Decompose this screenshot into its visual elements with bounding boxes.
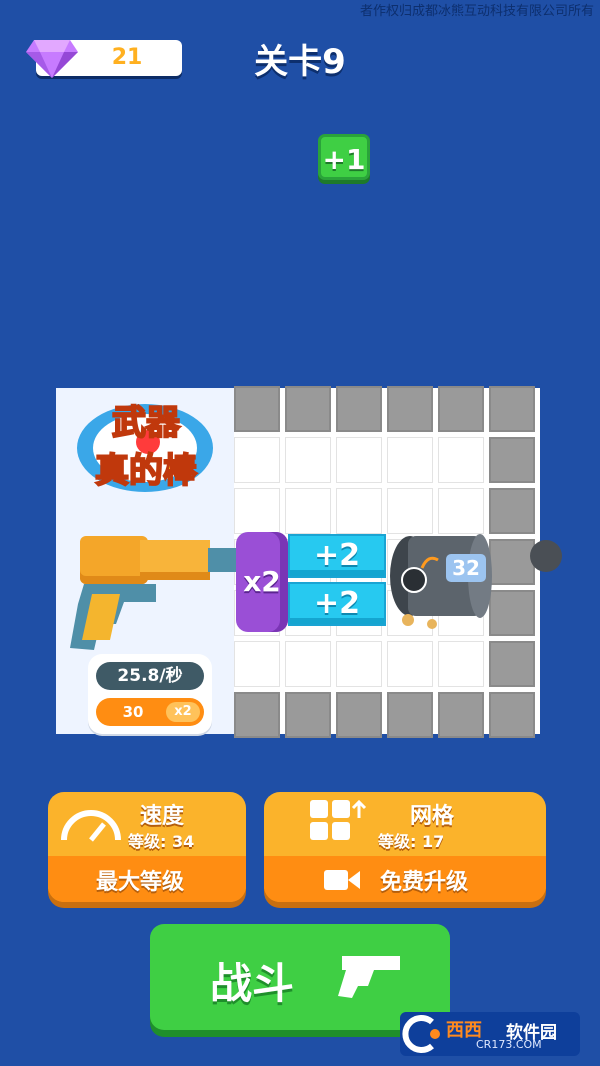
diamond-icon [26, 40, 78, 78]
empty-cell [387, 437, 433, 483]
plus-block[interactable]: +2 [288, 582, 386, 626]
gun-barrel-front [140, 540, 210, 580]
wall-cell [489, 437, 535, 483]
gun-barrel [80, 536, 148, 584]
wall-cell [489, 590, 535, 636]
pistol-icon [338, 956, 400, 998]
empty-cell [336, 641, 382, 687]
gun-handle-icon [70, 584, 156, 650]
reward-badge: +1 [318, 134, 370, 180]
speed-level: 等级: 34 [128, 832, 195, 851]
wall-cell [336, 692, 382, 738]
cannon-ball [530, 540, 562, 572]
empty-cell [285, 488, 331, 534]
wall-cell [285, 386, 331, 432]
speed-upgrade-status: 最大等级 [96, 870, 185, 895]
wall-cell [234, 692, 280, 738]
free-upgrade-label: 免费升级 [380, 870, 469, 895]
svg-text:武器: 武器 [112, 403, 181, 443]
speed-title: 速度 [140, 804, 185, 829]
wall-cell [285, 692, 331, 738]
grid-expand-icon [310, 800, 367, 840]
watermark-url: CR173.COM [476, 1038, 542, 1051]
grid-upgrade-footer[interactable]: 免费升级 [264, 856, 546, 902]
grid-level: 等级: 17 [378, 832, 445, 851]
wall-cell [387, 386, 433, 432]
svg-text:真的棒: 真的棒 [95, 451, 198, 491]
plus-block[interactable]: +2 [288, 534, 386, 578]
empty-cell [234, 488, 280, 534]
grid-title: 网格 [410, 804, 455, 829]
multiplier-drum[interactable]: x2 [236, 532, 288, 632]
empty-cell [438, 641, 484, 687]
video-camera-icon [324, 870, 360, 890]
wall-cell [489, 488, 535, 534]
empty-cell [285, 641, 331, 687]
watermark-logo-icon [402, 1015, 440, 1053]
wall-cell [387, 692, 433, 738]
copyright-text: 者作权归成都冰熊互动科技有限公司所有 [359, 4, 594, 19]
speed-upgrade-card[interactable]: 速度 等级: 34 最大等级 [48, 792, 246, 902]
game-logo: 武器 真的棒 [77, 402, 213, 492]
speed-upgrade-footer: 最大等级 [48, 856, 246, 902]
wall-cell [489, 386, 535, 432]
empty-cell [336, 488, 382, 534]
wall-cell [438, 692, 484, 738]
damage-multiplier: x2 [166, 702, 200, 722]
fire-rate: 25.8/秒 [96, 662, 204, 690]
empty-cell [336, 437, 382, 483]
wall-cell [438, 386, 484, 432]
level-title: 关卡9 [254, 42, 346, 82]
empty-cell [234, 641, 280, 687]
speedometer-icon [61, 810, 121, 842]
empty-cell [234, 437, 280, 483]
damage-value: 30 [122, 703, 144, 721]
grid-upgrade-card[interactable]: 网格 等级: 17 免费升级 [264, 792, 546, 902]
wall-cell [489, 539, 535, 585]
cannon-ammo-count: 32 [446, 554, 486, 582]
wall-cell [234, 386, 280, 432]
wall-cell [489, 641, 535, 687]
fight-button-label: 战斗 [210, 959, 295, 1008]
wall-cell [489, 692, 535, 738]
wall-cell [336, 386, 382, 432]
empty-cell [438, 437, 484, 483]
empty-cell [387, 641, 433, 687]
empty-cell [285, 437, 331, 483]
